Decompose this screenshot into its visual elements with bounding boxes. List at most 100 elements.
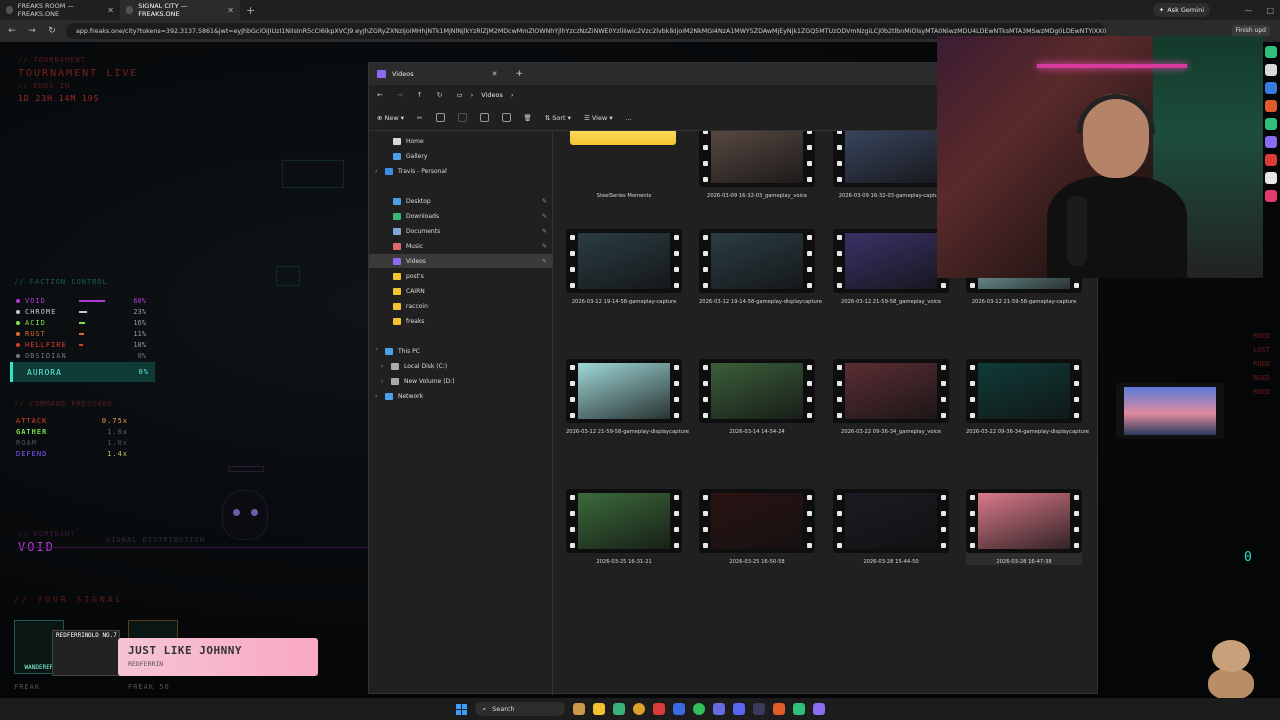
chevron-icon[interactable]: ›: [375, 168, 383, 175]
app-icon[interactable]: [1265, 172, 1277, 184]
pressure-row[interactable]: ROAM 1.0x: [16, 439, 128, 447]
app-icon[interactable]: [812, 703, 825, 715]
chevron-icon[interactable]: ›: [381, 378, 389, 385]
discord-icon[interactable]: [732, 703, 745, 715]
video-file-item[interactable]: 2026-03-12 21-59-58-gameplay-displaycapt…: [566, 359, 689, 435]
video-file-item[interactable]: 2026-03-25 16-31-21: [566, 489, 682, 565]
sort-button[interactable]: ⇅ Sort ▾: [545, 114, 571, 122]
chevron-icon[interactable]: ˅: [375, 348, 383, 355]
film-hole: [1073, 494, 1079, 500]
sidebar-item[interactable]: › Local Disk (C:): [369, 359, 553, 373]
sidebar-item[interactable]: Music ✎: [369, 239, 553, 253]
share-icon[interactable]: [501, 113, 511, 122]
sidebar-item[interactable]: › Network: [369, 389, 553, 403]
sidebar-item[interactable]: › New Volume (D:): [369, 374, 553, 388]
app-icon[interactable]: [672, 703, 685, 715]
app-icon[interactable]: [1265, 100, 1277, 112]
chevron-icon[interactable]: ›: [375, 393, 383, 400]
sidebar-item[interactable]: Downloads ✎: [369, 209, 553, 223]
sidebar-item[interactable]: Home: [369, 134, 553, 148]
app-icon[interactable]: [1265, 118, 1277, 130]
sidebar-item[interactable]: Videos ✎: [369, 254, 553, 268]
xbox-icon[interactable]: [612, 703, 625, 715]
sidebar-item[interactable]: freaks: [369, 314, 553, 328]
folder-item[interactable]: SteelSeries Moments: [566, 131, 682, 199]
view-button[interactable]: ☰ View ▾: [584, 114, 613, 122]
browser-tab-freaks-room[interactable]: FREAKS ROOM — FREAKS.ONE ✕: [0, 0, 120, 20]
app-icon[interactable]: [712, 703, 725, 715]
now-playing-card[interactable]: JUST LIKE JOHNNY REDFERRIN: [118, 638, 318, 676]
pressure-row[interactable]: ATTACK 0.75x: [16, 417, 128, 425]
video-file-item[interactable]: 2026-03-28 15-44-50: [833, 489, 949, 565]
minimize-icon[interactable]: —: [1244, 6, 1252, 15]
video-file-item[interactable]: 2026-03-12 21-59-58_gameplay_voice: [833, 229, 949, 305]
video-file-item[interactable]: 2026-03-14 14-54-24: [699, 359, 815, 435]
app-icon[interactable]: [1265, 82, 1277, 94]
chrome-icon[interactable]: [632, 703, 645, 715]
app-icon[interactable]: [772, 703, 785, 715]
refresh-icon[interactable]: ↻: [437, 91, 443, 99]
copy-icon[interactable]: [435, 113, 445, 122]
app-icon[interactable]: [1265, 190, 1277, 202]
maximize-icon[interactable]: □: [1266, 6, 1274, 15]
sidebar-item[interactable]: raccoin: [369, 299, 553, 313]
app-icon[interactable]: [652, 703, 665, 715]
video-file-item[interactable]: 2026-03-12 19-14-58-gameplay-capture: [566, 229, 682, 305]
app-icon[interactable]: [1265, 64, 1277, 76]
taskbar-search[interactable]: ⌕ Search: [474, 702, 565, 716]
faction-dot-icon: [16, 309, 20, 314]
spotify-icon[interactable]: [692, 703, 705, 715]
video-file-item[interactable]: 2026-03-22 09-36-34_gameplay_voice: [833, 359, 949, 435]
film-hole: [702, 526, 708, 532]
forward-icon[interactable]: →: [397, 91, 403, 99]
video-file-item[interactable]: 2026-03-09 16-32-03-gameplay-capture: [833, 131, 949, 199]
tab-close-icon[interactable]: ✕: [107, 6, 114, 15]
more-options-button[interactable]: ...: [626, 114, 632, 122]
reload-icon[interactable]: ↻: [46, 26, 58, 36]
finish-update-button[interactable]: Finish upd: [1231, 25, 1270, 36]
app-icon[interactable]: [1265, 154, 1277, 166]
browser-tab-signal-city[interactable]: SIGNAL CITY — FREAKS.ONE ✕: [120, 0, 240, 20]
video-file-item[interactable]: 2026-03-28 16-47-38: [966, 489, 1082, 565]
steam-icon[interactable]: [752, 703, 765, 715]
sidebar-item[interactable]: › Travis - Personal: [369, 164, 553, 178]
app-icon[interactable]: [1265, 46, 1277, 58]
back-icon[interactable]: ←: [377, 91, 383, 99]
breadcrumb[interactable]: ▭ › Videos ›: [457, 91, 514, 99]
back-icon[interactable]: ←: [6, 26, 18, 36]
sidebar-item[interactable]: ˅ This PC: [369, 344, 553, 358]
app-icon[interactable]: [1265, 136, 1277, 148]
sidebar-item[interactable]: Gallery: [369, 149, 553, 163]
video-file-item[interactable]: 2026-03-12 19-14-58-gameplay-displaycapt…: [699, 229, 822, 305]
video-file-item[interactable]: 2026-03-22 09-36-34-gameplay-displaycapt…: [966, 359, 1089, 435]
file-explorer-icon[interactable]: [592, 703, 605, 715]
sidebar-item[interactable]: post's: [369, 269, 553, 283]
explorer-tab-title[interactable]: Videos: [392, 70, 414, 78]
sidebar-item[interactable]: Desktop ✎: [369, 194, 553, 208]
video-file-item[interactable]: 2026-03-25 16-50-58: [699, 489, 815, 565]
forward-icon[interactable]: →: [26, 26, 38, 36]
pressure-row[interactable]: GATHER 1.0x: [16, 428, 128, 436]
rename-icon[interactable]: [479, 113, 489, 122]
widgets-icon[interactable]: [572, 703, 585, 715]
chevron-icon[interactable]: ›: [381, 363, 389, 370]
breadcrumb-item[interactable]: Videos: [481, 91, 503, 99]
app-icon[interactable]: [792, 703, 805, 715]
faction-highlight-aurora[interactable]: AURORA 0%: [10, 362, 155, 382]
video-preview-thumbnail[interactable]: [1116, 383, 1224, 439]
up-icon[interactable]: ↑: [417, 91, 423, 99]
pressure-row[interactable]: DEFEND 1.4x: [16, 450, 128, 458]
tab-close-icon[interactable]: ✕: [227, 6, 234, 15]
close-tab-icon[interactable]: ✕: [492, 70, 498, 78]
new-tab-button[interactable]: +: [246, 4, 255, 17]
paste-icon[interactable]: [457, 113, 467, 122]
sidebar-item[interactable]: Documents ✎: [369, 224, 553, 238]
delete-icon[interactable]: 🗑: [524, 114, 532, 122]
new-button[interactable]: ⊕ New ▾: [377, 114, 404, 122]
new-explorer-tab-button[interactable]: +: [515, 69, 523, 79]
sidebar-item[interactable]: CAIRN: [369, 284, 553, 298]
cut-icon[interactable]: ✂: [417, 114, 422, 122]
ask-gemini-button[interactable]: ✦ Ask Gemini: [1152, 3, 1210, 17]
windows-start-icon[interactable]: [455, 703, 467, 715]
video-file-item[interactable]: 2026-03-09 16-32-03_gameplay_voice: [699, 131, 815, 199]
